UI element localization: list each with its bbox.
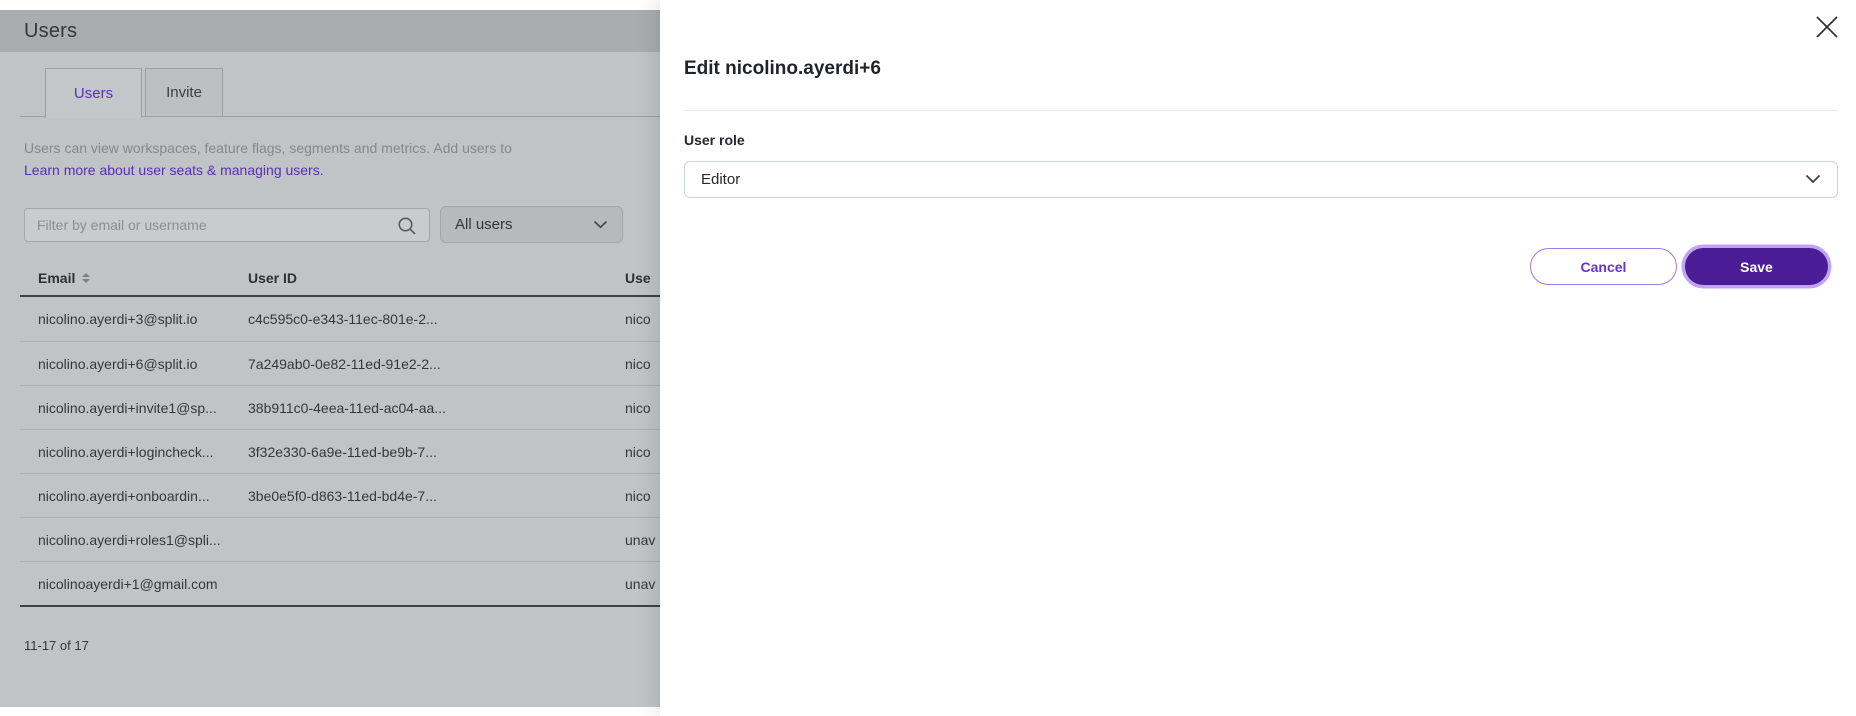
close-icon	[1814, 14, 1840, 45]
tab-users[interactable]: Users	[45, 68, 142, 118]
cell-user: nico	[625, 430, 660, 474]
table-bottom-border	[20, 605, 660, 607]
pagination-status: 11-17 of 17	[24, 638, 89, 653]
column-header-user-label: Use	[625, 270, 651, 286]
save-button[interactable]: Save	[1685, 248, 1828, 285]
page-title: Users	[24, 20, 77, 43]
table-row[interactable]: nicolino.ayerdi+logincheck... 3f32e330-6…	[20, 429, 660, 473]
edit-user-modal: Edit nicolino.ayerdi+6 User role Editor …	[660, 0, 1856, 716]
cell-user: nico	[625, 386, 660, 430]
cell-user: nico	[625, 297, 660, 341]
table-row[interactable]: nicolino.ayerdi+roles1@spli... unav	[20, 517, 660, 561]
cell-user: nico	[625, 342, 660, 386]
table-row[interactable]: nicolino.ayerdi+3@split.io c4c595c0-e343…	[20, 297, 660, 341]
cell-userid	[248, 518, 608, 562]
page-header: Users	[0, 10, 660, 52]
column-header-user: Use	[625, 270, 651, 286]
column-header-userid-label: User ID	[248, 270, 297, 286]
cell-userid	[248, 562, 608, 606]
table-row[interactable]: nicolinoayerdi+1@gmail.com unav	[20, 561, 660, 605]
cell-userid: c4c595c0-e343-11ec-801e-2...	[248, 297, 608, 341]
cell-email: nicolinoayerdi+1@gmail.com	[38, 562, 243, 606]
modal-title: Edit nicolino.ayerdi+6	[684, 58, 881, 80]
users-description: Users can view workspaces, feature flags…	[24, 137, 512, 159]
cell-email: nicolino.ayerdi+roles1@spli...	[38, 518, 243, 562]
cancel-button[interactable]: Cancel	[1530, 248, 1677, 285]
cell-userid: 3f32e330-6a9e-11ed-be9b-7...	[248, 430, 608, 474]
cell-email: nicolino.ayerdi+invite1@sp...	[38, 386, 243, 430]
modal-actions: Cancel Save	[660, 248, 1838, 286]
modal-divider	[684, 110, 1838, 111]
user-filter-select[interactable]: All users	[440, 206, 623, 243]
tab-invite-label: Invite	[166, 84, 202, 101]
cell-email: nicolino.ayerdi+6@split.io	[38, 342, 243, 386]
table-header-row: Email User ID Use	[20, 266, 660, 296]
users-page: Users Users Invite Users can view worksp…	[0, 10, 660, 707]
cell-user: nico	[625, 474, 660, 518]
user-role-value: Editor	[701, 171, 740, 188]
column-header-userid: User ID	[248, 270, 297, 286]
chevron-down-icon	[1805, 171, 1821, 188]
column-header-email[interactable]: Email	[38, 270, 90, 286]
cell-email: nicolino.ayerdi+3@split.io	[38, 297, 243, 341]
learn-more-link[interactable]: Learn more about user seats & managing u…	[24, 162, 324, 178]
cell-user: unav	[625, 518, 660, 562]
cell-userid: 7a249ab0-0e82-11ed-91e2-2...	[248, 342, 608, 386]
cell-email: nicolino.ayerdi+onboardin...	[38, 474, 243, 518]
tab-bar: Users Invite	[0, 68, 660, 117]
table-row[interactable]: nicolino.ayerdi+onboardin... 3be0e5f0-d8…	[20, 473, 660, 517]
chevron-down-icon	[593, 216, 608, 233]
cell-user: unav	[625, 562, 660, 606]
tab-users-label: Users	[74, 85, 113, 102]
cell-userid: 38b911c0-4eea-11ed-ac04-aa...	[248, 386, 608, 430]
sort-icon[interactable]	[82, 273, 90, 283]
close-button[interactable]	[1810, 12, 1844, 46]
cell-email: nicolino.ayerdi+logincheck...	[38, 430, 243, 474]
column-header-email-label: Email	[38, 270, 75, 286]
cell-userid: 3be0e5f0-d863-11ed-bd4e-7...	[248, 474, 608, 518]
user-filter-value: All users	[455, 216, 513, 233]
users-table-body: nicolino.ayerdi+3@split.io c4c595c0-e343…	[20, 297, 660, 605]
search-icon	[396, 215, 418, 242]
filter-input[interactable]	[24, 208, 430, 242]
tab-invite[interactable]: Invite	[145, 68, 223, 117]
table-row[interactable]: nicolino.ayerdi+invite1@sp... 38b911c0-4…	[20, 385, 660, 429]
table-row[interactable]: nicolino.ayerdi+6@split.io 7a249ab0-0e82…	[20, 341, 660, 385]
user-role-label: User role	[684, 132, 745, 148]
user-role-select[interactable]: Editor	[684, 161, 1838, 198]
